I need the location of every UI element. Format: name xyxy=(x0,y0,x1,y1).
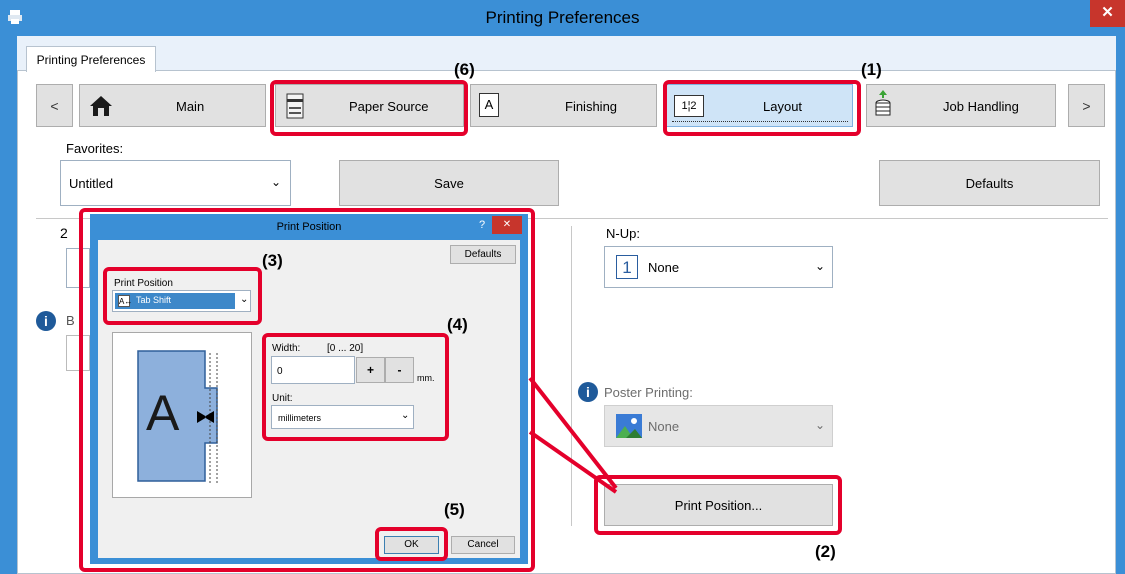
highlight-layout xyxy=(663,80,861,136)
highlight-width-unit xyxy=(262,333,449,441)
hidden-setting-letter: B xyxy=(66,313,75,328)
tab-main[interactable]: Main xyxy=(79,84,266,127)
tabs-prev-button[interactable]: < xyxy=(36,84,73,127)
tab-job-handling[interactable]: Job Handling xyxy=(866,84,1056,127)
printer-app-icon xyxy=(7,9,23,25)
favorites-select[interactable]: Untitled ⌄ xyxy=(60,160,291,206)
window-frame-left xyxy=(0,36,17,574)
save-button[interactable]: Save xyxy=(339,160,559,206)
poster-label: Poster Printing: xyxy=(604,385,693,400)
hidden-setting-number: 2 xyxy=(60,225,68,241)
callout-1: (1) xyxy=(861,60,882,79)
column-divider xyxy=(571,226,572,526)
tabs-next-button[interactable]: > xyxy=(1068,84,1105,127)
chevron-down-icon: ⌄ xyxy=(815,259,826,273)
tab-printing-preferences[interactable]: Printing Preferences xyxy=(26,46,156,72)
window-close-button[interactable]: ✕ xyxy=(1090,0,1125,27)
tab-main-label: Main xyxy=(176,99,205,114)
favorites-label: Favorites: xyxy=(66,141,124,156)
job-handling-icon xyxy=(874,89,892,122)
nup-digit-icon: 1 xyxy=(616,255,638,279)
favorites-value: Untitled xyxy=(69,176,114,191)
poster-value: None xyxy=(648,419,680,434)
nup-value: None xyxy=(648,260,680,275)
callout-3: (3) xyxy=(262,251,283,270)
nup-select[interactable]: 1 None ⌄ xyxy=(604,246,833,288)
info-icon: i xyxy=(36,311,56,331)
tab-finishing-label: Finishing xyxy=(565,99,618,114)
highlight-paper-source xyxy=(270,80,468,136)
highlight-print-position-button xyxy=(594,475,842,535)
window-title: Printing Preferences xyxy=(485,8,640,27)
poster-select[interactable]: None ⌄ xyxy=(604,405,833,447)
highlight-print-position xyxy=(103,267,262,325)
finishing-icon: A xyxy=(479,93,499,117)
callout-6: (6) xyxy=(454,60,475,79)
callout-5: (5) xyxy=(444,500,465,519)
chevron-down-icon: ⌄ xyxy=(815,418,826,432)
info-icon: i xyxy=(578,382,598,402)
nup-label: N-Up: xyxy=(606,226,640,241)
callout-2: (2) xyxy=(815,542,836,561)
chevron-down-icon: ⌄ xyxy=(271,175,282,189)
window-frame-right xyxy=(1116,36,1125,574)
tab-job-handling-label: Job Handling xyxy=(943,99,1019,114)
home-icon xyxy=(89,94,113,121)
landscape-picture-icon xyxy=(616,414,642,441)
callout-4: (4) xyxy=(447,315,468,334)
highlight-ok xyxy=(375,527,448,561)
defaults-button[interactable]: Defaults xyxy=(879,160,1100,206)
tab-finishing[interactable]: A Finishing xyxy=(470,84,657,127)
